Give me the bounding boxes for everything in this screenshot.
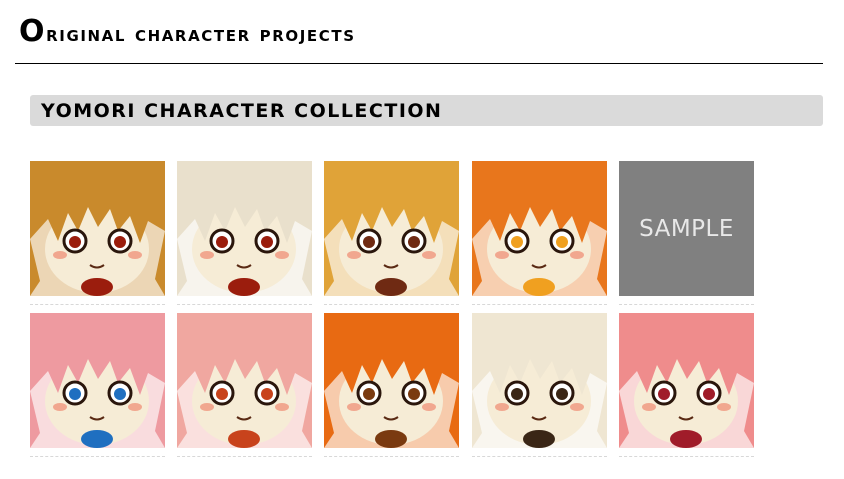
character-portrait-icon (324, 161, 459, 296)
thumbnail-divider (472, 456, 607, 457)
character-portrait-icon (30, 161, 165, 296)
thumbnail-divider (177, 456, 312, 457)
thumbnail-divider (619, 456, 754, 457)
character-portrait-icon (30, 313, 165, 448)
page-title-initial: O (19, 14, 47, 49)
section-header: YOMORI CHARACTER COLLECTION (30, 95, 823, 126)
character-thumbnail[interactable] (472, 161, 607, 296)
character-thumbnail[interactable] (324, 313, 459, 448)
character-thumbnail[interactable] (472, 313, 607, 448)
page-title-rest: riginal character projects (46, 22, 356, 46)
character-thumbnail[interactable] (30, 161, 165, 296)
character-thumbnail[interactable] (324, 161, 459, 296)
character-portrait-icon (472, 313, 607, 448)
character-portrait-icon (324, 313, 459, 448)
title-divider (15, 63, 823, 64)
character-thumbnail[interactable] (177, 313, 312, 448)
character-thumbnail[interactable] (30, 313, 165, 448)
thumbnail-divider (324, 304, 459, 305)
character-thumbnail[interactable] (177, 161, 312, 296)
character-portrait-icon (619, 313, 754, 448)
thumbnail-divider (472, 304, 607, 305)
section-title: YOMORI CHARACTER COLLECTION (41, 100, 443, 122)
thumbnail-divider (324, 456, 459, 457)
thumbnail-divider (30, 456, 165, 457)
thumbnail-divider (177, 304, 312, 305)
thumbnail-divider (30, 304, 165, 305)
page-title: Original character projects (19, 14, 356, 49)
sample-label: SAMPLE (639, 215, 734, 242)
character-portrait-icon (472, 161, 607, 296)
character-portrait-icon (177, 161, 312, 296)
character-thumbnail[interactable] (619, 313, 754, 448)
character-portrait-icon (177, 313, 312, 448)
sample-thumbnail[interactable]: SAMPLE (619, 161, 754, 296)
thumbnail-divider (619, 304, 754, 305)
